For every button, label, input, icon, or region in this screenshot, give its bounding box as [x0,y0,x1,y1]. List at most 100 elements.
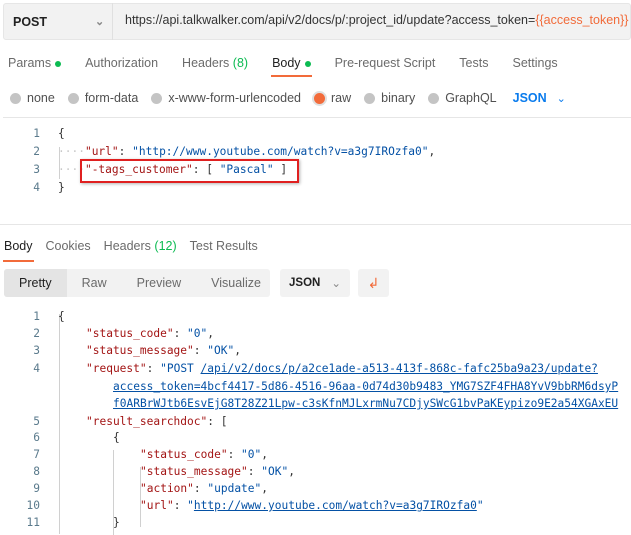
method-select[interactable]: POST ⌄ [3,3,113,40]
tab-label: Params [8,56,52,70]
json-key: "status_code" [140,448,228,461]
tab-label: Headers [182,56,230,70]
tab-label: Body [272,56,301,70]
json-key: "status_code" [86,327,174,340]
json-key: "result_searchdoc" [86,415,208,428]
brace: } [113,516,120,529]
radio-label: none [27,91,55,105]
view-mode-group: Pretty Raw Preview Visualize [4,269,270,297]
response-tabs: Body Cookies Headers (12) Test Results [3,239,271,262]
tab-body[interactable]: Body [271,56,312,77]
line-number: 4 [33,181,40,194]
request-tabs: Params Authorization Headers (8) Body Pr… [8,56,582,77]
tab-authorization[interactable]: Authorization [85,56,158,70]
url-text: https://api.talkwalker.com/api/v2/docs/p… [125,13,536,27]
radio-raw[interactable]: raw [314,91,351,105]
view-pretty-button[interactable]: Pretty [4,269,67,297]
brace: { [58,310,65,323]
json-key: "action" [140,482,194,495]
request-link[interactable]: /api/v2/docs/p/a2ce1ade-a513-413f-868c-f… [201,362,598,375]
tab-pre-request-script[interactable]: Pre-request Script [335,56,436,70]
view-preview-button[interactable]: Preview [122,269,196,297]
wrap-lines-button[interactable]: ↲ [358,269,389,297]
view-visualize-button[interactable]: Visualize [196,269,276,297]
json-key: "status_message" [140,465,248,478]
tab-settings[interactable]: Settings [512,56,557,70]
json-value: "http://www.youtube.com/watch?v=a3g7IROz… [132,145,429,158]
line-number: 1 [33,127,40,140]
highlight-box [80,159,299,183]
radio-icon [428,92,440,104]
url-link[interactable]: http://www.youtube.com/watch?v=a3g7IROzf… [194,499,477,512]
tab-label: Tests [459,56,489,70]
radio-label: GraphQL [445,91,497,105]
radio-icon [10,92,21,104]
json-key: "url" [140,499,174,512]
radio-urlencoded[interactable]: x-www-form-urlencoded [151,91,301,105]
line-number: 3 [33,163,40,176]
request-link[interactable]: f0ARBrWJtb6EsvEjG8T28Z21Lpw-c3sKfnMJLxrm… [113,397,618,410]
chevron-down-icon: ⌄ [95,16,105,28]
tab-cookies[interactable]: Cookies [46,239,91,253]
tab-headers[interactable]: Headers (8) [182,56,248,70]
tab-label: Cookies [45,239,91,253]
json-value: "0" [241,448,262,461]
tab-test-results[interactable]: Test Results [190,239,258,253]
line-number: 1 [33,310,40,323]
radio-label: x-www-form-urlencoded [168,91,301,105]
line-number: 3 [33,344,40,357]
body-format-select[interactable]: JSON [513,91,547,105]
response-body-viewer[interactable]: 1 2 3 4 5 6 7 8 9 10 11 { "status_code":… [0,310,631,535]
radio-label: binary [381,91,416,105]
url-input[interactable]: https://api.talkwalker.com/api/v2/docs/p… [125,13,628,27]
tab-label: Pre-request Script [334,56,436,70]
json-key: "url" [84,145,119,158]
line-number: 2 [33,327,40,340]
line-number: 9 [33,482,40,495]
json-value: "OK" [207,344,235,357]
line-number: 10 [26,499,40,512]
count-badge: (8) [232,56,249,70]
tab-response-headers[interactable]: Headers (12) [104,239,177,253]
indicator-dot [55,60,62,67]
line-number: 5 [33,415,40,428]
active-underline [3,260,34,262]
radio-binary[interactable]: binary [364,91,415,105]
view-raw-button[interactable]: Raw [67,269,122,297]
radio-graphql[interactable]: GraphQL [428,91,497,105]
radio-label: form-data [84,91,139,105]
line-number: 8 [33,465,40,478]
line-number: 4 [33,362,40,375]
radio-none[interactable]: none [10,91,55,105]
json-value: "OK" [261,465,289,478]
divider [3,117,631,118]
tab-params[interactable]: Params [8,56,62,70]
line-number: 6 [33,431,40,444]
request-link[interactable]: access_token=4bcf4417-5d86-4516-96aa-0d7… [113,380,618,393]
radio-selected-icon [314,92,325,104]
chevron-down-icon: ⌄ [331,278,341,290]
response-format-select[interactable]: JSON ⌄ [280,269,350,297]
brace: { [113,431,120,444]
tab-response-body[interactable]: Body [3,239,34,262]
tab-label: Authorization [85,56,159,70]
radio-form-data[interactable]: form-data [67,91,139,105]
brace: } [58,181,65,194]
tab-label: Test Results [189,239,258,253]
tab-label: Settings [512,56,558,70]
format-label: JSON [289,277,321,289]
radio-icon [67,92,79,104]
tab-tests[interactable]: Tests [459,56,488,70]
json-value: "0" [187,327,208,340]
indicator-dot [304,60,311,67]
radio-icon [364,92,376,104]
tab-label: Headers [103,239,151,253]
body-type-group: none form-data x-www-form-urlencoded raw… [10,91,566,105]
json-key: "request" [86,362,147,375]
url-variable: {{access_token}} [535,13,629,27]
line-number: 7 [33,448,40,461]
json-value: "update" [207,482,262,495]
wrap-icon: ↲ [367,274,380,291]
json-key: "status_message" [86,344,194,357]
brace: { [58,127,65,140]
